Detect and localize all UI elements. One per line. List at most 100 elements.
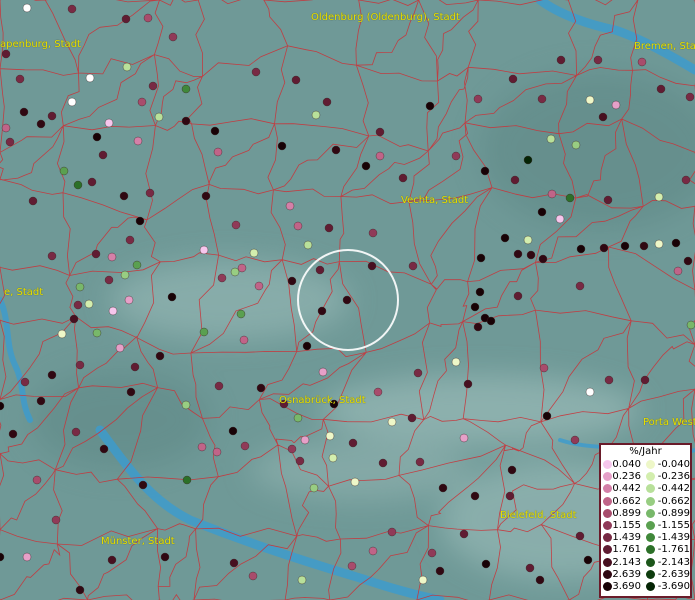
station-marker[interactable] [19,107,29,117]
station-marker[interactable] [413,368,423,378]
station-marker[interactable] [291,75,301,85]
station-marker[interactable] [575,531,585,541]
station-marker[interactable] [240,441,250,451]
station-marker[interactable] [407,413,417,423]
station-marker[interactable] [22,3,32,13]
station-marker[interactable] [656,84,666,94]
station-marker[interactable] [459,529,469,539]
station-marker[interactable] [575,281,585,291]
station-marker[interactable] [138,480,148,490]
station-marker[interactable] [425,101,435,111]
station-marker[interactable] [368,546,378,556]
station-marker[interactable] [685,92,695,102]
station-marker[interactable] [5,137,15,147]
station-marker[interactable] [87,177,97,187]
station-marker[interactable] [361,161,371,171]
station-marker[interactable] [686,320,695,330]
station-marker[interactable] [526,250,536,260]
station-marker[interactable] [168,32,178,42]
station-marker[interactable] [154,112,164,122]
station-marker[interactable] [104,118,114,128]
station-marker[interactable] [300,435,310,445]
station-marker[interactable] [287,276,297,286]
station-marker[interactable] [28,196,38,206]
station-marker[interactable] [217,273,227,283]
station-marker[interactable] [593,55,603,65]
station-marker[interactable] [415,457,425,467]
station-marker[interactable] [427,548,437,558]
station-marker[interactable] [348,438,358,448]
station-marker[interactable] [121,14,131,24]
station-marker[interactable] [398,173,408,183]
station-marker[interactable] [115,343,125,353]
station-marker[interactable] [108,306,118,316]
station-marker[interactable] [513,291,523,301]
station-marker[interactable] [107,555,117,565]
station-marker[interactable] [239,335,249,345]
station-marker[interactable] [295,456,305,466]
station-marker[interactable] [681,175,691,185]
station-marker[interactable] [683,256,693,266]
station-marker[interactable] [119,191,129,201]
station-marker[interactable] [435,566,445,576]
station-marker[interactable] [322,97,332,107]
station-marker[interactable] [486,316,496,326]
station-marker[interactable] [230,267,240,277]
station-marker[interactable] [470,302,480,312]
station-marker[interactable] [542,411,552,421]
station-marker[interactable] [611,100,621,110]
station-marker[interactable] [375,151,385,161]
station-marker[interactable] [145,188,155,198]
station-marker[interactable] [47,111,57,121]
station-marker[interactable] [75,282,85,292]
station-marker[interactable] [387,527,397,537]
station-marker[interactable] [210,126,220,136]
station-marker[interactable] [408,261,418,271]
station-marker[interactable] [297,575,307,585]
station-marker[interactable] [104,275,114,285]
station-marker[interactable] [47,251,57,261]
station-marker[interactable] [475,287,485,297]
station-marker[interactable] [92,328,102,338]
station-marker[interactable] [654,192,664,202]
station-marker[interactable] [143,13,153,23]
station-marker[interactable] [212,447,222,457]
station-marker[interactable] [539,363,549,373]
station-marker[interactable] [75,585,85,595]
station-marker[interactable] [92,132,102,142]
station-marker[interactable] [673,266,683,276]
station-marker[interactable] [15,74,25,84]
station-marker[interactable] [585,387,595,397]
station-marker[interactable] [254,281,264,291]
station-marker[interactable] [459,433,469,443]
station-marker[interactable] [367,261,377,271]
station-marker[interactable] [640,375,650,385]
station-marker[interactable] [350,477,360,487]
station-marker[interactable] [8,429,18,439]
station-marker[interactable] [325,431,335,441]
station-marker[interactable] [654,239,664,249]
station-marker[interactable] [181,400,191,410]
station-marker[interactable] [576,244,586,254]
station-marker[interactable] [287,444,297,454]
station-marker[interactable] [67,4,77,14]
station-marker[interactable] [347,561,357,571]
station-marker[interactable] [525,563,535,573]
station-marker[interactable] [387,417,397,427]
station-marker[interactable] [500,233,510,243]
station-marker[interactable] [507,465,517,475]
station-marker[interactable] [368,228,378,238]
station-marker[interactable] [73,300,83,310]
station-marker[interactable] [85,73,95,83]
station-marker[interactable] [671,238,681,248]
station-marker[interactable] [22,552,32,562]
station-marker[interactable] [342,295,352,305]
station-marker[interactable] [537,94,547,104]
station-marker[interactable] [547,189,557,199]
station-marker[interactable] [555,214,565,224]
station-marker[interactable] [47,370,57,380]
station-marker[interactable] [130,362,140,372]
station-marker[interactable] [124,295,134,305]
station-marker[interactable] [213,147,223,157]
station-marker[interactable] [32,475,42,485]
